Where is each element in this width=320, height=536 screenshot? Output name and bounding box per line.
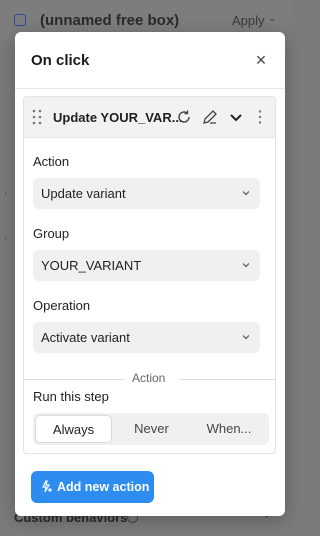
close-button[interactable]: × <box>251 51 271 71</box>
close-icon: × <box>255 50 267 70</box>
chevron-down-icon <box>242 335 250 340</box>
chevron-down-icon <box>242 263 250 268</box>
run-option-never[interactable]: Never <box>114 415 189 443</box>
group-label: Group <box>33 226 70 241</box>
edit-icon[interactable] <box>201 108 219 126</box>
add-new-action-button[interactable]: Add new action <box>31 471 154 503</box>
refresh-icon[interactable] <box>175 108 193 126</box>
divider-left <box>24 379 124 380</box>
add-new-action-label: Add new action <box>57 480 150 494</box>
more-options-icon[interactable] <box>251 108 269 126</box>
box-title: (unnamed free box) <box>40 12 180 29</box>
group-value: YOUR_VARIANT <box>41 258 142 273</box>
chevron-down-icon <box>242 191 250 196</box>
divider-right <box>179 379 275 380</box>
action-select[interactable]: Update variant <box>33 178 260 209</box>
add-action-icon <box>42 480 52 493</box>
run-option-always[interactable]: Always <box>35 415 112 443</box>
step-header: Update YOUR_VAR... <box>24 97 275 138</box>
on-click-dialog: On click × Update YOUR_VAR... Action Upd… <box>15 32 285 516</box>
apply-dropdown: Apply <box>232 13 265 28</box>
run-step-label: Run this step <box>33 389 109 404</box>
chevron-down-icon[interactable] <box>227 108 245 126</box>
operation-value: Activate variant <box>41 330 130 345</box>
action-step-card: Update YOUR_VAR... Action Update variant… <box>23 96 276 454</box>
drag-handle-icon[interactable] <box>31 108 43 126</box>
action-value: Update variant <box>41 186 126 201</box>
chevron-icon: › <box>4 188 8 199</box>
step-name: Update YOUR_VAR... <box>53 110 183 125</box>
run-option-when[interactable]: When... <box>191 415 267 443</box>
section-divider-label: Action <box>132 371 166 385</box>
chevron-icon: › <box>4 232 8 243</box>
chevron-down-icon: ⌄ <box>268 13 277 24</box>
action-label: Action <box>33 154 70 169</box>
operation-label: Operation <box>33 298 91 313</box>
dialog-title: On click <box>31 52 90 69</box>
group-select[interactable]: YOUR_VARIANT <box>33 250 260 281</box>
checkbox-icon <box>14 14 26 26</box>
dialog-header: On click × <box>15 32 285 89</box>
run-step-segmented-control: Always Never When... <box>33 413 269 445</box>
operation-select[interactable]: Activate variant <box>33 322 260 353</box>
